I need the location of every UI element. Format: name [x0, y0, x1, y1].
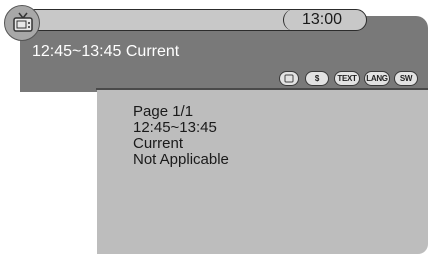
info-details: Not Applicable — [133, 151, 229, 168]
dollar-icon: $ — [305, 71, 329, 86]
lang-icon: LANG — [364, 71, 390, 86]
clock-time: 13:00 — [302, 11, 343, 28]
sw-icon: SW — [394, 71, 418, 86]
header-divider — [96, 88, 428, 90]
page-indicator: Page 1/1 — [133, 103, 194, 120]
subtitle-icon — [279, 71, 299, 86]
tv-icon — [4, 5, 40, 41]
info-time-range: 12:45~13:45 — [133, 119, 217, 136]
text-icon: TEXT — [334, 71, 360, 86]
program-info: Page 1/1 12:45~13:45 Current Not Applica… — [133, 104, 229, 168]
program-title: 12:45~13:45 Current — [32, 43, 180, 60]
info-status: Current — [133, 135, 184, 152]
epg-info-screen: 13:00 12:45~13:45 Current $ TEXT LANG SW… — [0, 0, 432, 259]
